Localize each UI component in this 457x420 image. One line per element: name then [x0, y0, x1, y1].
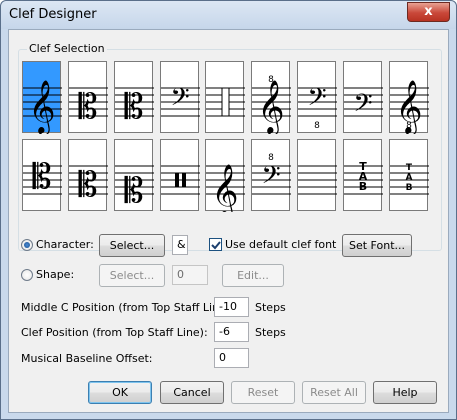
bass-8vb-clef-icon: 𝄢8: [298, 83, 337, 131]
middle-c-unit: Steps: [255, 301, 286, 314]
clef-tile[interactable]: 𝄞: [22, 61, 62, 134]
svg-text:B: B: [359, 180, 367, 193]
shape-radio[interactable]: [21, 269, 33, 281]
clef-position-input[interactable]: -6: [214, 322, 249, 342]
clef-tile[interactable]: 𝄡: [68, 139, 108, 211]
c-clef-low-icon: 𝄡: [115, 165, 154, 211]
svg-text:8: 8: [314, 121, 320, 131]
svg-text:𝄡: 𝄡: [33, 157, 52, 197]
use-default-font-checkbox[interactable]: [209, 238, 222, 251]
close-button[interactable]: x: [407, 2, 450, 22]
tab-clef-small-icon: TAB: [390, 163, 429, 195]
title-bar[interactable]: Clef Designer x: [1, 1, 456, 29]
svg-text:8: 8: [268, 75, 274, 85]
middle-c-input[interactable]: -10: [214, 297, 249, 317]
svg-text:𝄞: 𝄞: [211, 163, 238, 212]
clef-selection-label: Clef Selection: [27, 42, 107, 55]
clef-position-label: Clef Position (from Top Staff Line):: [21, 326, 208, 339]
shape-select-button[interactable]: Select...: [99, 264, 165, 287]
clef-tile[interactable]: 𝄡: [114, 61, 154, 133]
percussion-clef-icon: [206, 87, 245, 117]
clef-tile[interactable]: 𝄡: [68, 61, 108, 133]
set-font-button[interactable]: Set Font...: [342, 234, 412, 257]
shape-edit-button[interactable]: Edit...: [222, 264, 284, 287]
ok-button[interactable]: OK: [88, 381, 152, 404]
clef-tile[interactable]: 𝄢: [343, 61, 383, 133]
clef-designer-window: Clef Designer x Clef Selection 𝄞 𝄡 𝄡 𝄢 𝄞 8 𝄢 8 𝄢…: [0, 0, 457, 420]
clef-tile[interactable]: 𝄢 8: [297, 61, 337, 133]
middle-c-label: Middle C Position (from Top Staff Line):: [21, 301, 234, 314]
tab-clef-icon: TAB: [344, 160, 383, 195]
character-select-button[interactable]: Select...: [99, 234, 165, 257]
svg-text:T: T: [406, 163, 413, 173]
svg-text:𝄞: 𝄞: [28, 79, 55, 134]
clef-tile[interactable]: 𝄞: [205, 139, 245, 212]
clef-tile[interactable]: TAB: [343, 139, 383, 211]
svg-text:𝄞: 𝄞: [257, 79, 284, 134]
clef-tile[interactable]: [160, 139, 200, 211]
bass-8va-clef-icon: 𝄢8: [252, 153, 291, 196]
close-icon: x: [424, 4, 433, 19]
clef-tile[interactable]: 𝄞 8: [389, 61, 429, 134]
checkmark-icon: [211, 241, 221, 250]
svg-text:𝄢: 𝄢: [307, 83, 326, 118]
svg-text:𝄡: 𝄡: [79, 87, 98, 127]
svg-text:8: 8: [406, 121, 412, 131]
bass-clef-low-icon: 𝄢: [344, 87, 383, 124]
bass-clef-icon: 𝄢: [161, 83, 200, 118]
svg-text:𝄡: 𝄡: [125, 171, 144, 211]
clef-tile[interactable]: 𝄞 8: [251, 61, 291, 134]
svg-text:𝄢: 𝄢: [261, 161, 280, 196]
clef-position-unit: Steps: [255, 326, 286, 339]
shape-label: Shape:: [36, 268, 75, 281]
svg-text:𝄡: 𝄡: [125, 87, 144, 127]
reset-all-button[interactable]: Reset All: [302, 381, 366, 404]
treble-8vb-clef-icon: 𝄞8: [390, 79, 429, 134]
baseline-label: Musical Baseline Offset:: [21, 352, 153, 365]
c-clef-top-icon: 𝄡: [23, 157, 62, 197]
treble-clef-low-icon: 𝄞: [206, 163, 245, 212]
help-button[interactable]: Help: [373, 381, 437, 404]
character-label: Character:: [36, 238, 94, 251]
treble-clef-icon: 𝄞: [23, 79, 62, 134]
alto-clef-icon: 𝄡: [69, 87, 108, 127]
clef-tile[interactable]: 𝄢 8: [251, 139, 291, 211]
baseline-input[interactable]: 0: [214, 348, 249, 368]
clef-tile[interactable]: 𝄡: [22, 139, 62, 211]
tenor-clef-icon: 𝄡: [115, 87, 154, 127]
clef-tile[interactable]: [297, 139, 337, 211]
svg-text:8: 8: [268, 153, 274, 163]
svg-text:𝄢: 𝄢: [170, 83, 189, 118]
reset-button[interactable]: Reset: [231, 381, 295, 404]
dialog-body: Clef Selection 𝄞 𝄡 𝄡 𝄢 𝄞 8 𝄢 8 𝄢 𝄞 8 𝄡 𝄡 𝄡 𝄞 𝄢 8 T A B T A B C…: [8, 29, 449, 413]
treble-8va-clef-icon: 𝄞8: [252, 75, 291, 134]
svg-text:A: A: [406, 173, 413, 183]
clef-tile[interactable]: [205, 61, 245, 133]
blank-staff-icon: [298, 165, 337, 195]
c-clef-mid-icon: 𝄡: [69, 165, 108, 205]
use-default-font-label: Use default clef font: [225, 238, 337, 251]
svg-text:B: B: [406, 183, 413, 193]
svg-text:𝄡: 𝄡: [79, 165, 98, 205]
clef-tile[interactable]: 𝄢: [160, 61, 200, 133]
window-title: Clef Designer: [9, 7, 97, 22]
character-value[interactable]: &: [172, 235, 188, 255]
percussion-bars-icon: [161, 165, 200, 195]
cancel-button[interactable]: Cancel: [160, 381, 224, 404]
character-radio[interactable]: [21, 239, 33, 251]
clef-tile[interactable]: TAB: [389, 139, 429, 211]
clef-tile[interactable]: 𝄡: [114, 139, 154, 211]
shape-value[interactable]: 0: [172, 265, 208, 285]
svg-text:𝄢: 𝄢: [353, 89, 372, 124]
